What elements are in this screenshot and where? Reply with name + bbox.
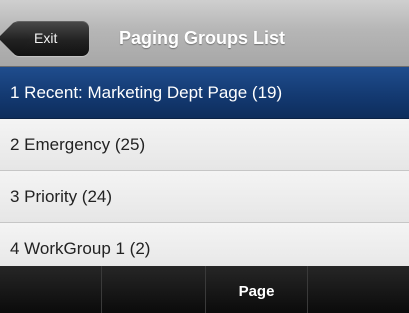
- page-title: Paging Groups List: [119, 28, 286, 48]
- list-item[interactable]: 1 Recent: Marketing Dept Page (19): [0, 67, 409, 119]
- exit-button-label: Exit: [34, 30, 58, 46]
- list-item[interactable]: 2 Emergency (25): [0, 119, 409, 171]
- list-item[interactable]: 3 Priority (24): [0, 171, 409, 223]
- softkey-bar: Page: [0, 266, 409, 313]
- paging-groups-list: 1 Recent: Marketing Dept Page (19) 2 Eme…: [0, 67, 409, 275]
- page-softkey[interactable]: Page: [206, 266, 308, 313]
- list-item-label: 4 WorkGroup 1 (2): [10, 239, 151, 258]
- softkey-4[interactable]: [308, 266, 409, 313]
- title-bar: Exit Paging Groups List: [0, 0, 409, 67]
- phone-screen: Exit Paging Groups List 1 Recent: Market…: [0, 0, 409, 313]
- list-item-label: 1 Recent: Marketing Dept Page (19): [10, 83, 283, 102]
- softkey-1[interactable]: [0, 266, 102, 313]
- list-item-label: 2 Emergency (25): [10, 135, 146, 154]
- list-item-label: 3 Priority (24): [10, 187, 113, 206]
- exit-button[interactable]: Exit: [12, 21, 89, 56]
- softkey-2[interactable]: [104, 266, 206, 313]
